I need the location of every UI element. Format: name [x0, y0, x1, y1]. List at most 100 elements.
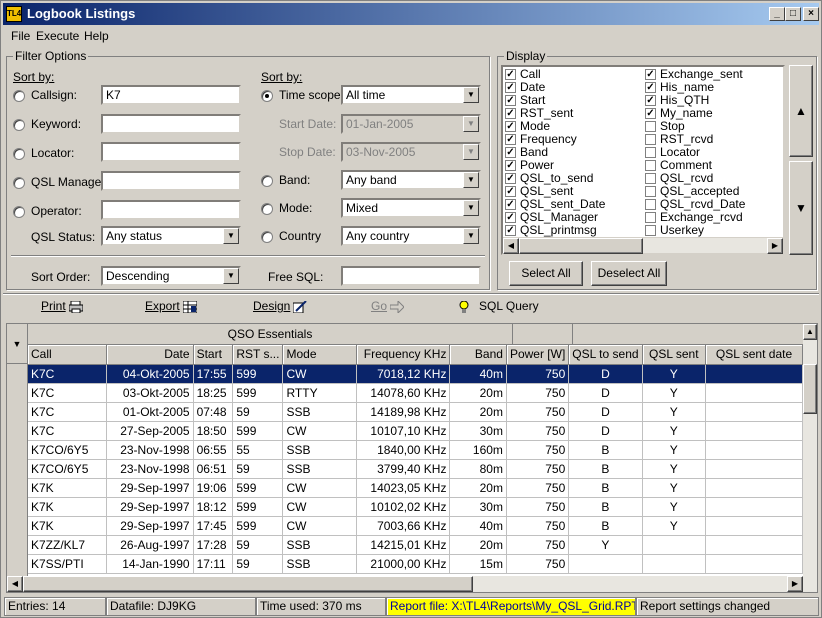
table-row[interactable]: K7K 29-Sep-1997 19:06 599 CW 14023,05 KHz 20m 7…	[28, 478, 803, 498]
time-scope-radio[interactable]	[261, 90, 273, 102]
menu-execute[interactable]: Execute	[36, 29, 79, 43]
table-row[interactable]: K7K 29-Sep-1997 18:12 599 CW 10102,02 KHz 30m 7…	[28, 497, 803, 517]
results-grid[interactable]: ▼ QSO Essentials Call Date Start RST s... Mo…	[6, 323, 818, 593]
checkbox[interactable]: ✓	[505, 95, 516, 106]
minimize-button[interactable]: _	[769, 7, 785, 21]
callsign-input[interactable]: K7	[101, 85, 241, 105]
band-select[interactable]: Any band ▼	[341, 170, 481, 190]
checkbox[interactable]: ✓	[645, 95, 656, 106]
table-row[interactable]: K7CO/6Y5 23-Nov-1998 06:51 59 SSB 3799,40 KHz…	[28, 459, 803, 479]
scroll-left-icon[interactable]: ◀	[503, 238, 519, 254]
column-header[interactable]: Power [W]	[506, 345, 570, 365]
table-row[interactable]: K7C 01-Okt-2005 07:48 59 SSB 14189,98 KHz 20m 7…	[28, 402, 803, 422]
column-header[interactable]: QSL to send	[568, 345, 643, 365]
sort-order-select[interactable]: Descending ▼	[101, 266, 241, 286]
checkbox[interactable]: ✓	[505, 186, 516, 197]
dropdown-arrow-icon[interactable]: ▼	[223, 228, 239, 244]
move-down-button[interactable]: ▼	[789, 161, 813, 255]
scroll-left-icon[interactable]: ◀	[7, 576, 23, 592]
table-row[interactable]: K7C 03-Okt-2005 18:25 599 RTTY 14078,60 KHz 20…	[28, 383, 803, 403]
time-scope-select[interactable]: All time ▼	[341, 85, 481, 105]
checkbox[interactable]: ✓	[645, 69, 656, 80]
table-row[interactable]: K7C 04-Okt-2005 17:55 599 CW 7018,12 KHz 40m 75…	[28, 364, 803, 384]
grid-scroll-thumb[interactable]	[803, 364, 817, 414]
checkbox[interactable]	[645, 160, 656, 171]
checkbox[interactable]	[645, 121, 656, 132]
checkbox[interactable]	[645, 173, 656, 184]
checkbox[interactable]: ✓	[505, 225, 516, 236]
scroll-right-icon[interactable]: ▶	[767, 238, 783, 254]
table-row[interactable]: K7CO/6Y5 23-Nov-1998 06:55 55 SSB 1840,00 KHz…	[28, 440, 803, 460]
select-all-button[interactable]: Select All	[509, 261, 583, 286]
free-sql-input[interactable]	[341, 266, 481, 286]
column-header[interactable]: Start	[193, 345, 234, 365]
country-radio[interactable]	[261, 231, 273, 243]
checkbox[interactable]	[645, 225, 656, 236]
scroll-up-icon[interactable]: ▲	[803, 324, 817, 340]
deselect-all-button[interactable]: Deselect All	[591, 261, 667, 286]
move-up-button[interactable]: ▲	[789, 65, 813, 157]
checkbox[interactable]	[645, 212, 656, 223]
dropdown-arrow-icon[interactable]: ▼	[223, 268, 239, 284]
mode-select[interactable]: Mixed ▼	[341, 198, 481, 218]
column-header[interactable]: QSL sent	[642, 345, 707, 365]
display-horizontal-scrollbar[interactable]: ◀ ▶	[503, 237, 783, 254]
maximize-button[interactable]: □	[785, 7, 801, 21]
scroll-right-icon[interactable]: ▶	[787, 576, 803, 592]
display-fields-list[interactable]: ✓ Call ✓ Date ✓ Start ✓ RST_sent ✓ Mode ✓ Frequency…	[501, 65, 785, 255]
checkbox[interactable]: ✓	[505, 134, 516, 145]
checkbox[interactable]: ✓	[505, 69, 516, 80]
checkbox[interactable]: ✓	[645, 82, 656, 93]
callsign-radio[interactable]	[13, 90, 25, 102]
dropdown-arrow-icon[interactable]: ▼	[463, 172, 479, 188]
locator-input[interactable]	[101, 142, 241, 162]
checkbox[interactable]: ✓	[505, 121, 516, 132]
country-select[interactable]: Any country ▼	[341, 226, 481, 246]
mode-radio[interactable]	[261, 203, 273, 215]
band-radio[interactable]	[261, 175, 273, 187]
dropdown-arrow-icon[interactable]: ▼	[463, 87, 479, 103]
column-header[interactable]: Mode	[282, 345, 357, 365]
keyword-radio[interactable]	[13, 119, 25, 131]
checkbox[interactable]: ✓	[505, 147, 516, 158]
checkbox[interactable]: ✓	[645, 108, 656, 119]
checkbox[interactable]	[645, 199, 656, 210]
table-row[interactable]: K7K 29-Sep-1997 17:45 599 CW 7003,66 KHz 40m 75…	[28, 516, 803, 536]
column-header[interactable]: Frequency KHz	[356, 345, 451, 365]
close-button[interactable]: ×	[803, 7, 819, 21]
checkbox[interactable]	[645, 134, 656, 145]
checkbox[interactable]: ✓	[505, 173, 516, 184]
qsl-status-select[interactable]: Any status ▼	[101, 226, 241, 246]
operator-input[interactable]	[101, 200, 241, 220]
grid-vertical-scrollbar[interactable]: ▲	[803, 324, 817, 576]
locator-radio[interactable]	[13, 148, 25, 160]
print-button[interactable]: Print	[41, 299, 84, 317]
design-button[interactable]: Design	[253, 299, 308, 317]
column-header[interactable]: Date	[106, 345, 194, 365]
column-header[interactable]: QSL sent date	[705, 345, 803, 365]
sql-query-button[interactable]: SQL Query	[459, 299, 539, 317]
dropdown-arrow-icon[interactable]: ▼	[463, 228, 479, 244]
checkbox[interactable]	[645, 186, 656, 197]
export-button[interactable]: Export	[145, 299, 198, 317]
keyword-input[interactable]	[101, 114, 241, 134]
column-header[interactable]: RST s...	[232, 345, 284, 365]
column-header[interactable]: Call	[28, 345, 108, 365]
grid-horizontal-scrollbar[interactable]: ◀ ▶	[7, 576, 817, 592]
checkbox[interactable]: ✓	[505, 108, 516, 119]
operator-radio[interactable]	[13, 206, 25, 218]
checkbox[interactable]: ✓	[505, 82, 516, 93]
checkbox[interactable]: ✓	[505, 160, 516, 171]
grid-menu-icon[interactable]: ▼	[7, 324, 28, 364]
qsl-manager-input[interactable]	[101, 171, 241, 191]
column-header[interactable]: Band	[449, 345, 507, 365]
table-row[interactable]: K7SS/PTI 14-Jan-1990 17:11 59 SSB 21000,00 KH…	[28, 554, 803, 574]
grid-hscroll-thumb[interactable]	[23, 576, 473, 592]
checkbox[interactable]	[645, 147, 656, 158]
table-row[interactable]: K7ZZ/KL7 26-Aug-1997 17:28 59 SSB 14215,01 KH…	[28, 535, 803, 555]
table-row[interactable]: K7C 27-Sep-2005 18:50 599 CW 10107,10 KHz 30m 7…	[28, 421, 803, 441]
menu-help[interactable]: Help	[84, 29, 109, 43]
qsl-manager-radio[interactable]	[13, 177, 25, 189]
checkbox[interactable]: ✓	[505, 199, 516, 210]
checkbox[interactable]: ✓	[505, 212, 516, 223]
